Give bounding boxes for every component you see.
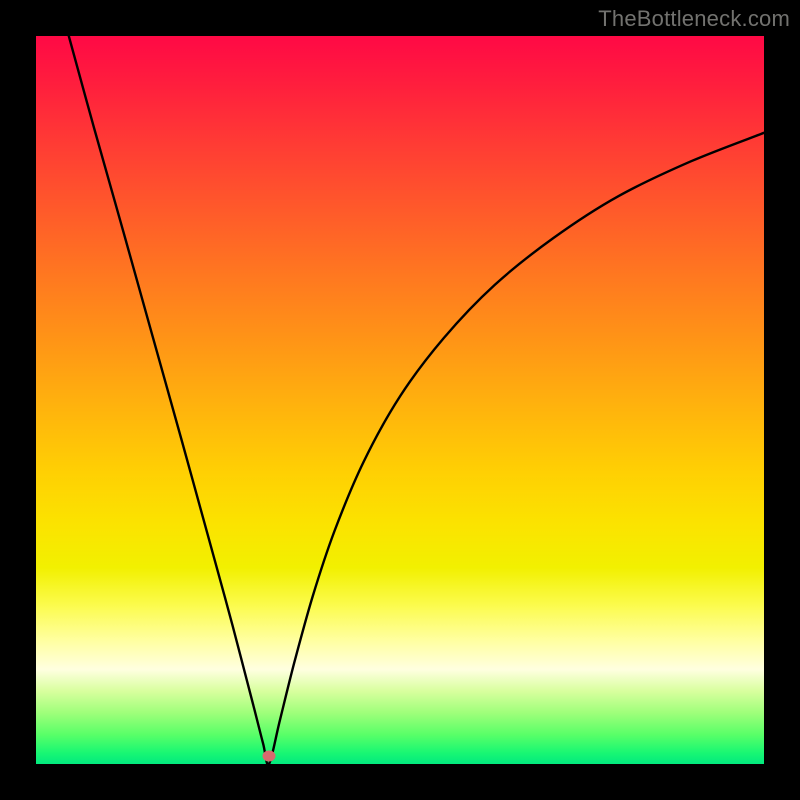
bottleneck-curve	[36, 36, 764, 764]
optimum-marker	[262, 750, 275, 761]
watermark-text: TheBottleneck.com	[598, 6, 790, 32]
chart-frame: TheBottleneck.com	[0, 0, 800, 800]
plot-area	[36, 36, 764, 764]
